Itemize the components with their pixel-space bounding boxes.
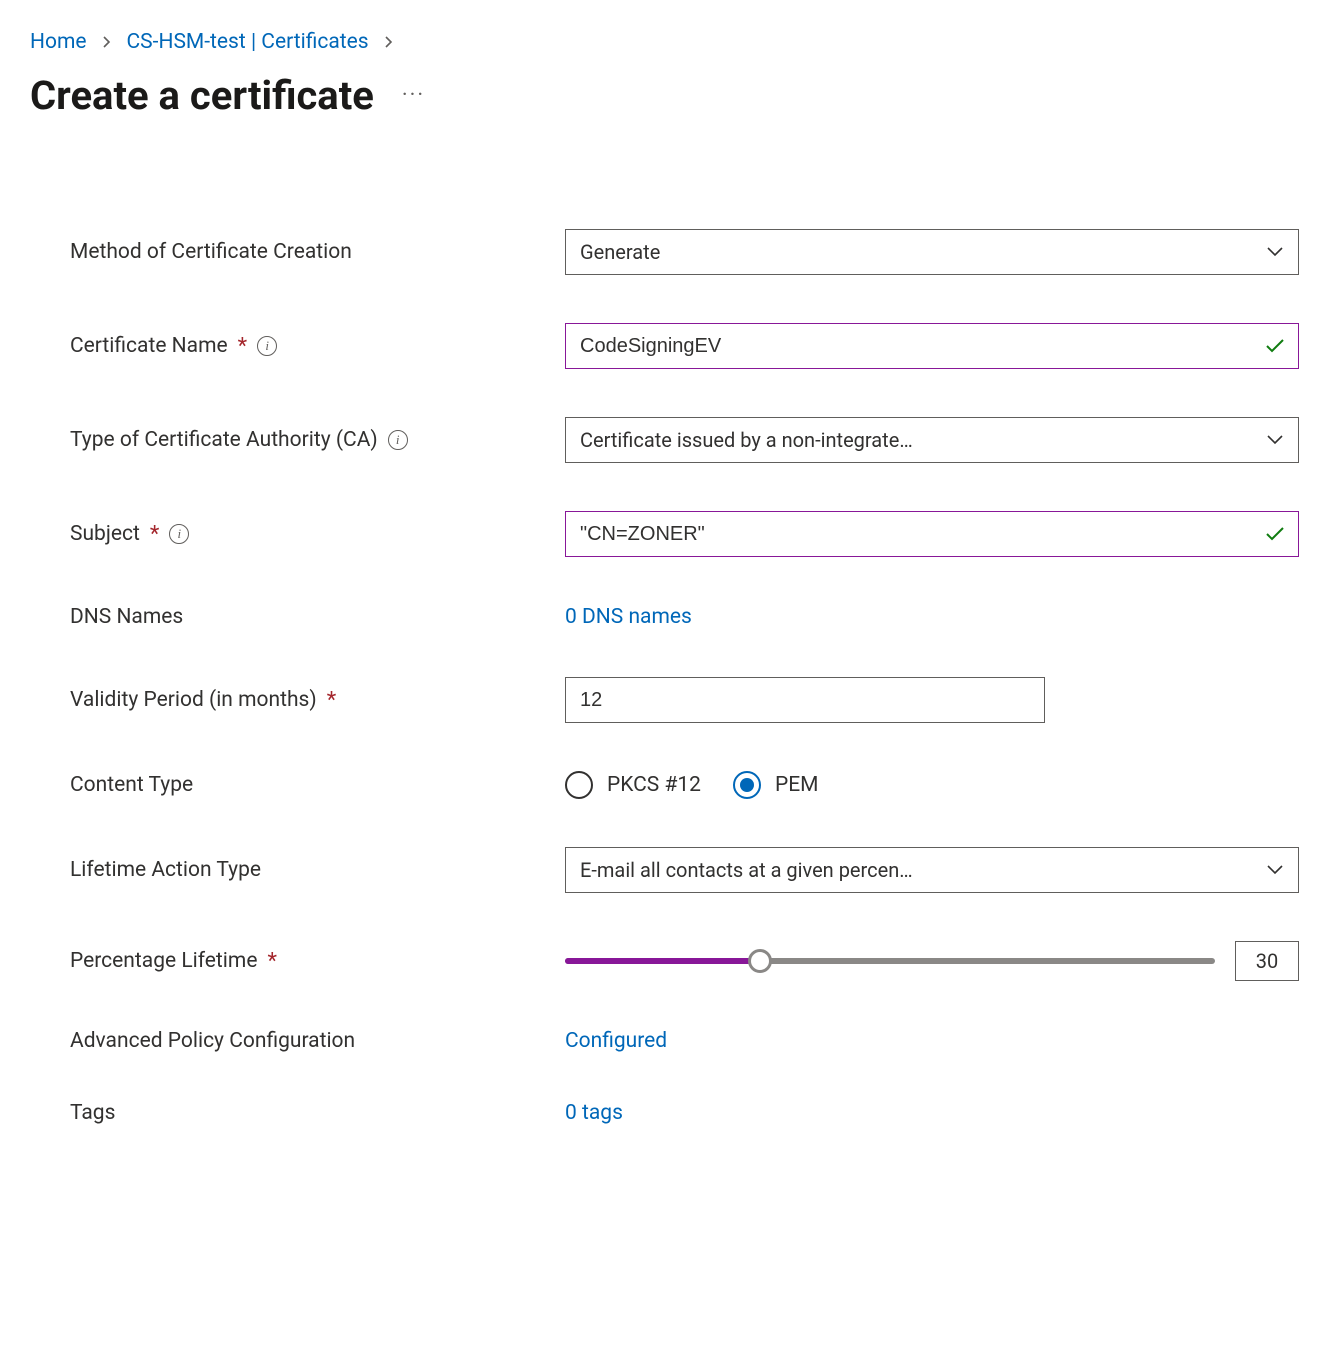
required-indicator: * bbox=[238, 334, 247, 359]
dns-names-label: DNS Names bbox=[70, 605, 565, 629]
checkmark-icon bbox=[1265, 338, 1285, 354]
info-icon[interactable]: i bbox=[169, 524, 189, 544]
content-type-radio-group: PKCS #12 PEM bbox=[565, 771, 1299, 799]
method-select[interactable]: Generate bbox=[565, 229, 1299, 275]
validity-label: Validity Period (in months) * bbox=[70, 688, 565, 713]
radio-icon bbox=[733, 771, 761, 799]
required-indicator: * bbox=[150, 522, 159, 547]
page-title: Create a certificate bbox=[30, 72, 374, 119]
breadcrumb-resource[interactable]: CS-HSM-test | Certificates bbox=[127, 30, 369, 54]
content-type-pkcs-radio[interactable]: PKCS #12 bbox=[565, 771, 701, 799]
chevron-down-icon bbox=[1266, 434, 1284, 446]
percentage-lifetime-slider[interactable] bbox=[565, 947, 1215, 975]
create-certificate-form: Method of Certificate Creation Generate … bbox=[30, 229, 1299, 1125]
chevron-right-icon bbox=[101, 32, 113, 53]
validity-input[interactable] bbox=[565, 677, 1045, 723]
percentage-lifetime-label: Percentage Lifetime * bbox=[70, 949, 565, 974]
radio-icon bbox=[565, 771, 593, 799]
tags-label: Tags bbox=[70, 1101, 565, 1125]
more-actions-button[interactable]: ··· bbox=[402, 85, 425, 107]
advanced-policy-label: Advanced Policy Configuration bbox=[70, 1029, 565, 1053]
cert-name-input[interactable] bbox=[565, 323, 1299, 369]
info-icon[interactable]: i bbox=[388, 430, 408, 450]
required-indicator: * bbox=[327, 688, 336, 713]
page-title-row: Create a certificate ··· bbox=[30, 72, 1299, 119]
subject-input[interactable] bbox=[565, 511, 1299, 557]
percentage-lifetime-value[interactable]: 30 bbox=[1235, 941, 1299, 981]
breadcrumb-home[interactable]: Home bbox=[30, 30, 87, 54]
required-indicator: * bbox=[267, 949, 276, 974]
chevron-right-icon bbox=[383, 32, 395, 53]
chevron-down-icon bbox=[1266, 864, 1284, 876]
advanced-policy-link[interactable]: Configured bbox=[565, 1029, 667, 1053]
method-label: Method of Certificate Creation bbox=[70, 240, 565, 264]
ca-type-label: Type of Certificate Authority (CA) i bbox=[70, 428, 565, 452]
tags-link[interactable]: 0 tags bbox=[565, 1101, 623, 1125]
breadcrumb: Home CS-HSM-test | Certificates bbox=[30, 30, 1299, 54]
content-type-pem-radio[interactable]: PEM bbox=[733, 771, 819, 799]
chevron-down-icon bbox=[1266, 246, 1284, 258]
content-type-label: Content Type bbox=[70, 773, 565, 797]
dns-names-link[interactable]: 0 DNS names bbox=[565, 605, 692, 629]
info-icon[interactable]: i bbox=[257, 336, 277, 356]
slider-thumb[interactable] bbox=[748, 949, 772, 973]
ca-type-select[interactable]: Certificate issued by a non-integrate… bbox=[565, 417, 1299, 463]
checkmark-icon bbox=[1265, 526, 1285, 542]
lifetime-action-select[interactable]: E-mail all contacts at a given percen… bbox=[565, 847, 1299, 893]
lifetime-action-label: Lifetime Action Type bbox=[70, 858, 565, 882]
cert-name-label: Certificate Name * i bbox=[70, 334, 565, 359]
subject-label: Subject * i bbox=[70, 522, 565, 547]
